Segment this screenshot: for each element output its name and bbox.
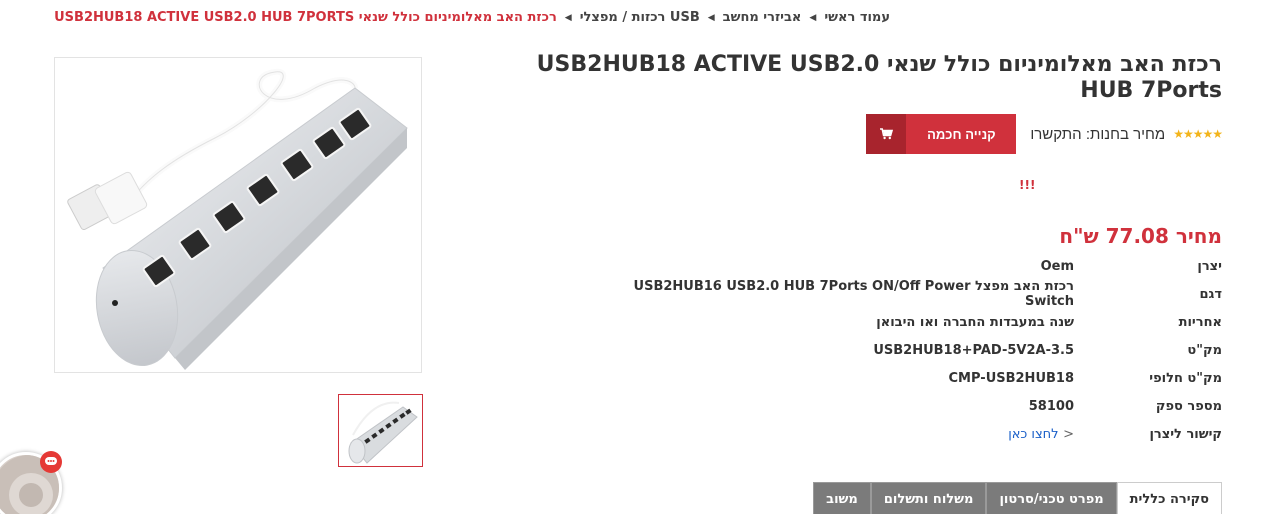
smart-buy-label: קנייה חכמה <box>906 114 1017 154</box>
spec-value: Oem <box>1040 258 1074 274</box>
alert-text: !!! <box>1019 178 1036 192</box>
product-tabs: סקירה כללית מפרט טכני/סרטון משלוח ותשלום… <box>813 482 1222 514</box>
manufacturer-link[interactable]: לחצו כאן <box>1008 427 1058 442</box>
tab-overview[interactable]: סקירה כללית <box>1116 482 1222 514</box>
spec-row-warranty: אחריות שנה במעבדות החברה ואו היבואן <box>600 308 1222 336</box>
page-title: רכזת האב מאלומיניום כולל שנאי USB2HUB18 … <box>536 52 1222 103</box>
spec-row-manufacturer: יצרן Oem <box>600 252 1222 280</box>
usb-hub-product-image <box>67 68 408 370</box>
cart-icon <box>866 114 907 154</box>
spec-label: מק"ט חלופי <box>1149 370 1222 386</box>
spec-value: רכזת האב מפצל USB2HUB16 USB2.0 HUB 7Port… <box>633 279 1074 309</box>
spec-value: CMP-USB2HUB18 <box>948 370 1074 386</box>
breadcrumb: עמוד ראשי ◀ אביזרי מחשב ◀ USB רכזות / מפ… <box>54 10 890 28</box>
price-action-row: ★★★★★ מחיר בחנות: התקשרו קנייה חכמה <box>866 114 1223 154</box>
breadcrumb-computer-accessories[interactable]: אביזרי מחשב <box>723 10 802 25</box>
spec-label: קישור ליצרן <box>1149 426 1222 442</box>
breadcrumb-usb-hubs[interactable]: USB רכזות / מפצלי <box>580 10 700 25</box>
spec-label: מספר ספק <box>1155 398 1222 414</box>
spec-value: שנה במעבדות החברה ואו היבואן <box>876 314 1074 330</box>
spec-row-alt-sku: מק"ט חלופי CMP-USB2HUB18 <box>600 364 1222 392</box>
breadcrumb-current: רכזת האב מאלומיניום כולל שנאי USB2HUB18 … <box>54 10 557 25</box>
spec-value: USB2HUB18+PAD-5V2A-3.5 <box>873 342 1074 358</box>
spec-value: < לחצו כאן <box>600 427 1074 442</box>
store-price-text: מחיר בחנות: התקשרו <box>1030 125 1166 143</box>
chevron-left-icon: < <box>1063 426 1074 442</box>
spec-row-sku: מק"ט USB2HUB18+PAD-5V2A-3.5 <box>600 336 1222 364</box>
product-main-image[interactable] <box>54 57 422 373</box>
breadcrumb-home[interactable]: עמוד ראשי <box>824 10 890 25</box>
chat-icon[interactable] <box>40 451 62 473</box>
spec-value: 58100 <box>1028 398 1074 414</box>
chevron-left-icon: ◀ <box>564 12 572 23</box>
spec-row-model: דגם רכזת האב מפצל USB2HUB16 USB2.0 HUB 7… <box>600 279 1222 309</box>
tab-feedback[interactable]: משוב <box>813 482 871 514</box>
smart-buy-button[interactable]: קנייה חכמה <box>866 114 1017 154</box>
spec-table: יצרן Oem דגם רכזת האב מפצל USB2HUB16 USB… <box>600 252 1222 448</box>
usb-hub-thumbnail-image <box>348 401 418 464</box>
spec-row-manufacturer-link: קישור ליצרן < לחצו כאן <box>600 420 1222 448</box>
chevron-left-icon: ◀ <box>707 12 715 23</box>
spec-label: יצרן <box>1197 258 1222 274</box>
spec-label: דגם <box>1199 286 1222 302</box>
spec-label: אחריות <box>1178 314 1222 330</box>
tab-tech-specs[interactable]: מפרט טכני/סרטון <box>986 482 1117 514</box>
tab-shipping[interactable]: משלוח ותשלום <box>870 482 987 514</box>
rating-stars: ★★★★★ <box>1173 127 1223 141</box>
spec-label: מק"ט <box>1187 342 1222 358</box>
spec-row-supplier: מספר ספק 58100 <box>600 392 1222 420</box>
product-price: מחיר 77.08 ש"ח <box>1059 224 1222 248</box>
chevron-left-icon: ◀ <box>809 12 817 23</box>
product-thumbnail[interactable] <box>338 394 423 467</box>
